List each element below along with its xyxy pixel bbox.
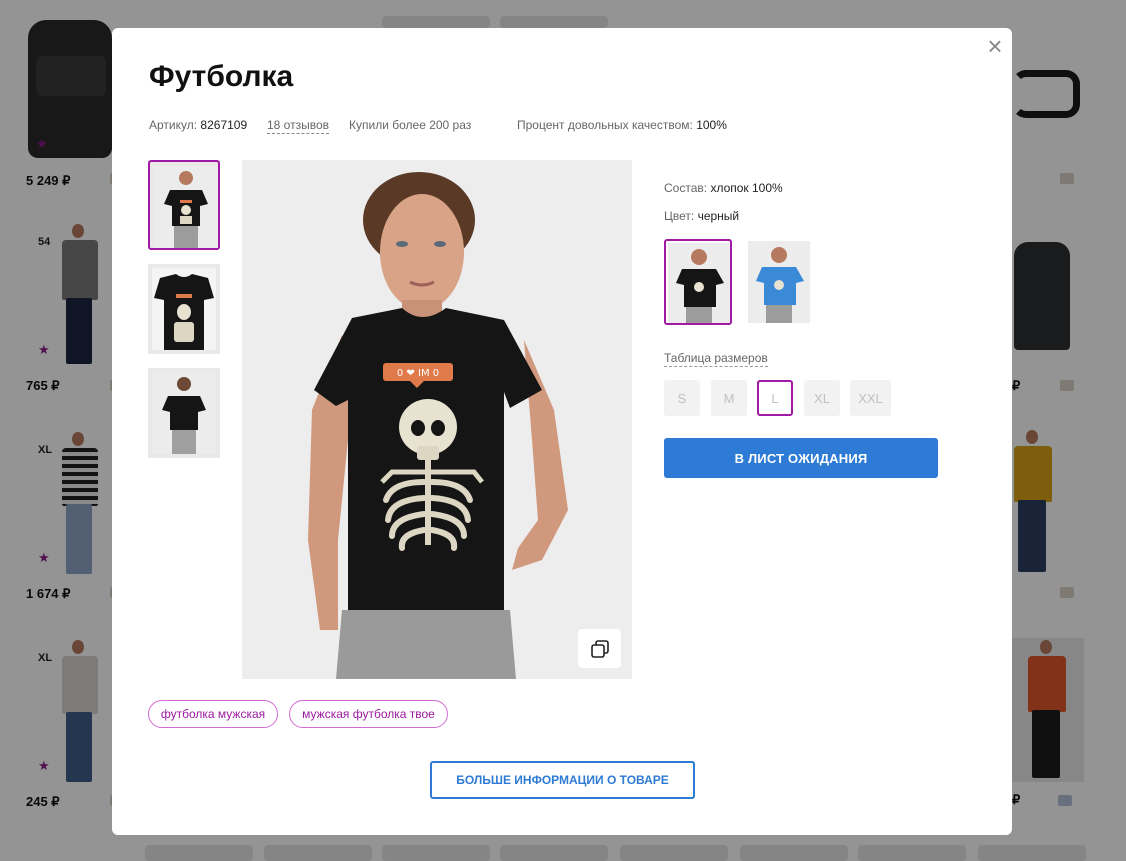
more-info-button[interactable]: БОЛЬШЕ ИНФОРМАЦИИ О ТОВАРЕ	[430, 761, 695, 799]
main-product-photo[interactable]: 0 ❤ IM 0	[242, 160, 632, 679]
color-label: Цвет:	[664, 209, 695, 223]
thumbnail-front-image	[154, 166, 218, 248]
thumbnail-back-image	[152, 372, 216, 454]
bought-count: Купили более 200 раз	[349, 118, 472, 132]
color-option-blue-image	[748, 241, 810, 323]
color-option-black-image	[668, 243, 730, 323]
reviews-link[interactable]: 18 отзывов	[267, 118, 330, 134]
zoom-button[interactable]	[578, 629, 621, 668]
quality-value: 100%	[696, 118, 727, 132]
size-option-l[interactable]: L	[757, 380, 793, 416]
composition-line: Состав: хлопок 100%	[664, 181, 783, 195]
thumbnail-flat[interactable]	[148, 264, 220, 354]
main-product-image: 0 ❤ IM 0	[242, 160, 632, 679]
size-option-xl[interactable]: XL	[804, 380, 840, 416]
size-option-s[interactable]: S	[664, 380, 700, 416]
color-option-blue[interactable]	[746, 239, 814, 325]
article-info: Артикул: 8267109	[149, 118, 247, 132]
size-option-m[interactable]: M	[711, 380, 747, 416]
thumbnail-front[interactable]	[148, 160, 220, 250]
composition-label: Состав:	[664, 181, 708, 195]
article-value: 8267109	[200, 118, 248, 132]
quality-info: Процент довольных качеством: 100%	[517, 118, 727, 132]
thumbnail-flat-image	[152, 268, 216, 350]
product-title: Футболка	[149, 60, 294, 93]
quality-label: Процент довольных качеством:	[517, 118, 693, 132]
color-option-black[interactable]	[664, 239, 732, 325]
thumbnail-back[interactable]	[148, 368, 220, 458]
article-label: Артикул:	[149, 118, 198, 132]
print-bubble-text: 0 ❤ IM 0	[397, 368, 439, 379]
composition-value: хлопок 100%	[710, 181, 783, 195]
tag-link[interactable]: футболка мужская	[148, 700, 278, 728]
waitlist-button[interactable]: В ЛИСТ ОЖИДАНИЯ	[664, 438, 938, 478]
tag-link[interactable]: мужская футболка твое	[289, 700, 448, 728]
color-line: Цвет: черный	[664, 209, 739, 223]
product-quickview-modal: × Футболка Артикул: 8267109 18 отзывов К…	[112, 28, 1012, 835]
size-option-xxl[interactable]: XXL	[850, 380, 891, 416]
color-value: черный	[697, 209, 740, 223]
close-icon[interactable]: ×	[984, 33, 1006, 59]
copy-zoom-icon	[590, 639, 609, 658]
size-table-link[interactable]: Таблица размеров	[664, 351, 768, 367]
